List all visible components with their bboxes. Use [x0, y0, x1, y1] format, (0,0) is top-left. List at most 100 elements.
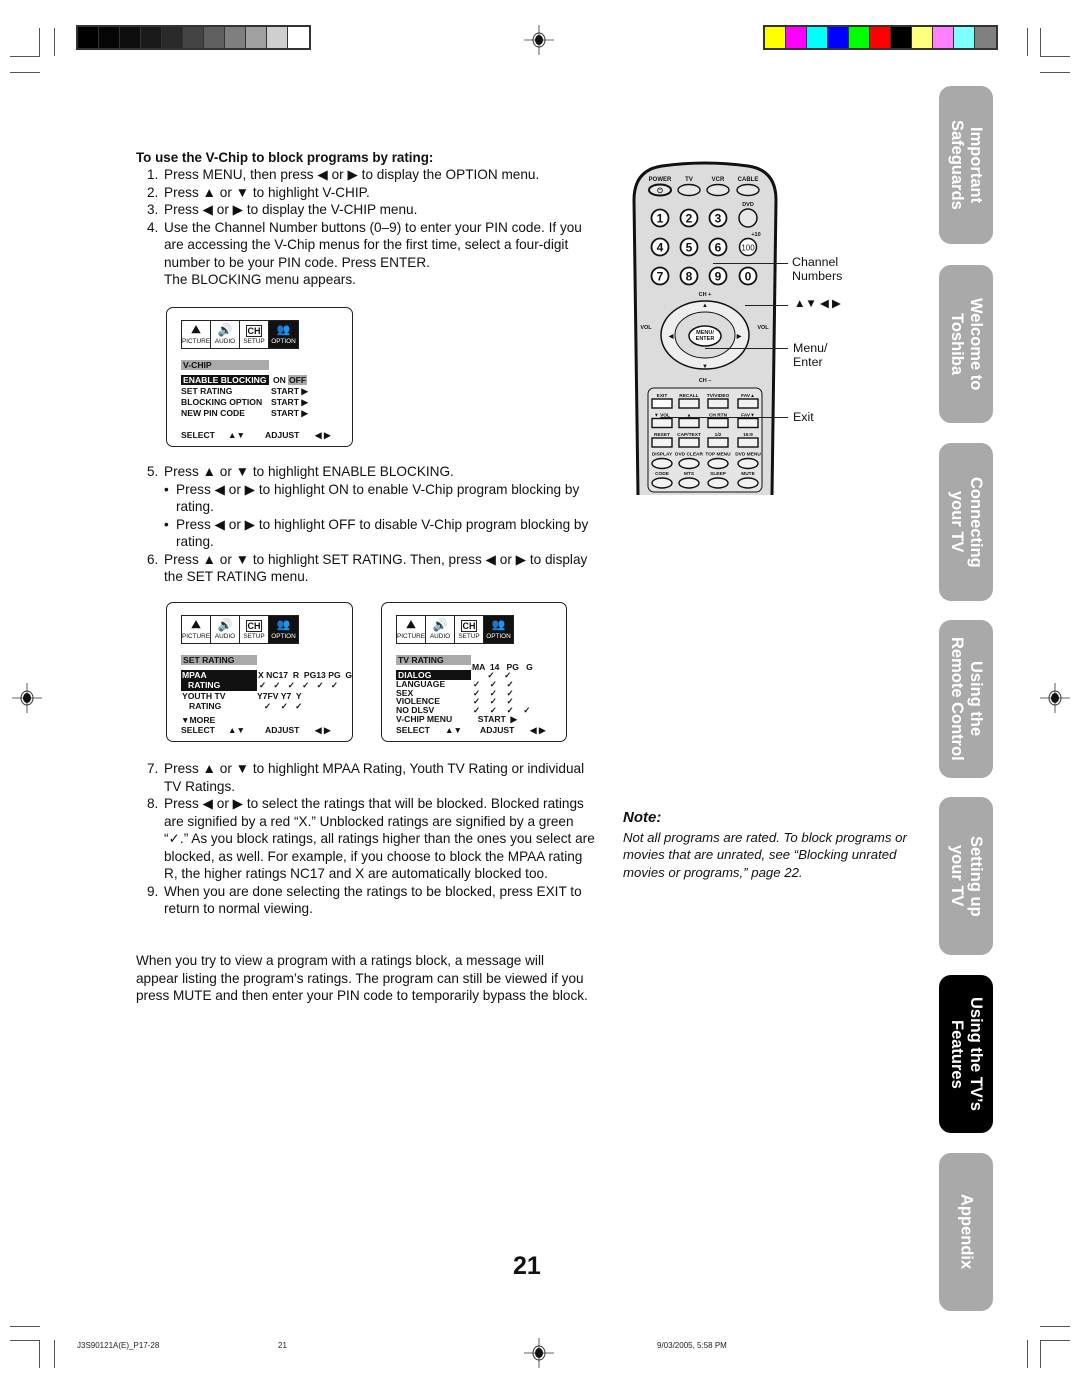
section-tab-5[interactable]: Using the TV’s Features: [939, 975, 993, 1133]
menu-tab-audio[interactable]: 🔊 AUDIO: [211, 616, 240, 643]
menu-tab-picture[interactable]: ⛰ PICTURE: [397, 616, 426, 643]
crop-mark-bl-v: [39, 1340, 40, 1368]
bullet-text: Press ◀ or ▶ to highlight ON to enable V…: [176, 481, 580, 515]
menu-tab-audio[interactable]: 🔊 AUDIO: [211, 321, 240, 348]
remote-key: [651, 457, 673, 470]
option-icon: 👥: [276, 324, 291, 336]
menu-tab-option[interactable]: 👥 OPTION: [269, 321, 298, 348]
menu-tab-label: SETUP: [458, 632, 480, 640]
registration-mark-bottom: [524, 1338, 554, 1368]
remote-key: [651, 417, 673, 429]
enable-blocking-row[interactable]: ENABLE BLOCKING ON OFF: [181, 375, 308, 386]
swatch: [891, 27, 912, 48]
digit-label: 3: [715, 212, 722, 226]
menu-footer: SELECT ▲▼ ADJUST ◀ ▶: [181, 430, 341, 440]
menu-tab-option[interactable]: 👥 OPTION: [484, 616, 513, 643]
menu-tab-picture[interactable]: ⛰ PICTURE: [182, 616, 211, 643]
note-text: Not all programs are rated. To block pro…: [623, 830, 907, 880]
lower-label: 1/2: [715, 432, 722, 438]
crop-mark-br-v2: [1027, 1340, 1028, 1368]
menu-tab-setup[interactable]: CH SETUP: [455, 616, 484, 643]
step-number: 4.: [147, 219, 159, 235]
gray-calibration-strip: [76, 25, 311, 50]
set-rating-row[interactable]: SET RATING START ▶: [181, 386, 308, 396]
swatch: [828, 27, 849, 48]
menu-tabs: ⛰ PICTURE 🔊 AUDIO CH SETUP 👥 OPTION: [181, 320, 299, 349]
crop-mark-tl-h2: [10, 72, 40, 73]
new-pin-code-row[interactable]: NEW PIN CODE START ▶: [181, 408, 308, 418]
callout-line-menu: [705, 348, 788, 349]
step-text: Press ▲ or ▼ to highlight V-CHIP.: [164, 184, 370, 200]
remote-key: [737, 457, 759, 470]
footer-date: 9/03/2005, 5:58 PM: [657, 1341, 727, 1350]
remote-key: [678, 477, 700, 489]
step-number: 1.: [147, 167, 159, 182]
step-6: 6. Press ▲ or ▼ to highlight SET RATING. …: [147, 551, 588, 585]
dvd-button: [738, 208, 758, 228]
setup-icon: CH: [246, 325, 262, 337]
section-tab-3[interactable]: Using the Remote Control: [939, 620, 993, 778]
crop-mark-br-h2: [1040, 1326, 1070, 1327]
step-text: When you are done selecting the ratings …: [164, 883, 582, 917]
lower-label: CODE: [655, 471, 670, 477]
swatch: [954, 27, 975, 48]
section-tab-1[interactable]: Welcome to Toshiba: [939, 265, 993, 423]
registration-mark-left: [12, 683, 42, 713]
menu-tab-audio[interactable]: 🔊 AUDIO: [426, 616, 455, 643]
section-tab-label: Setting up your TV: [948, 835, 985, 917]
callout-line-arrows: [745, 305, 788, 306]
remote-key: [678, 417, 700, 429]
swatch: [807, 27, 828, 48]
section-tab-2[interactable]: Connecting your TV: [939, 443, 993, 601]
set-rating-title: SET RATING: [181, 655, 257, 666]
digit-label: 8: [686, 270, 693, 284]
step-5-bullets: • Press ◀ or ▶ to highlight ON to enable …: [136, 481, 596, 551]
menu-tab-picture[interactable]: ⛰ PICTURE: [182, 321, 211, 348]
remote-key: [651, 437, 673, 448]
menu-footer: SELECT ▲▼ ADJUST ◀ ▶: [181, 724, 331, 735]
lower-label: MTS: [684, 471, 695, 477]
steps-list-1-4: 1. Press MENU, then press ◀ or ▶ to displ…: [136, 166, 586, 289]
leftright-arrows-icon: ◀ ▶: [315, 724, 331, 735]
setup-icon: CH: [246, 620, 262, 632]
digit-label: 6: [715, 241, 722, 255]
on-value: ON: [273, 375, 286, 385]
footer-page: 21: [278, 1341, 287, 1350]
bullet-icon: •: [164, 516, 169, 532]
bullet-item: • Press ◀ or ▶ to highlight ON to enable …: [136, 481, 596, 516]
remote-label-vcr: VCR: [712, 177, 725, 183]
picture-icon: ⛰: [191, 324, 201, 336]
closing-paragraph: When you try to view a program with a ra…: [136, 953, 588, 1003]
menu-tabs: ⛰ PICTURE 🔊 AUDIO CH SETUP 👥 OPTION: [396, 615, 514, 644]
registration-mark-right: [1040, 683, 1070, 713]
remote-key: [737, 398, 759, 409]
step-5: 5. Press ▲ or ▼ to highlight ENABLE BLOCK…: [147, 464, 454, 479]
menu-tab-option[interactable]: 👥 OPTION: [269, 616, 298, 643]
remote-key: [707, 457, 729, 470]
menu-tab-setup[interactable]: CH SETUP: [240, 616, 269, 643]
vchip-title: V-CHIP: [181, 360, 269, 371]
blocking-option-row[interactable]: BLOCKING OPTION START ▶: [181, 397, 308, 407]
section-tab-6[interactable]: Appendix: [939, 1153, 993, 1311]
youth-tv-rating-label[interactable]: YOUTH TV RATING: [182, 691, 225, 712]
section-tab-label: Using the Remote Control: [948, 637, 985, 761]
remote-key: [707, 437, 729, 448]
crop-mark-bl-v2: [54, 1340, 55, 1368]
mpaa-rating-label[interactable]: MPAA RATING: [181, 670, 257, 691]
vol-minus-label: VOL: [640, 325, 652, 331]
section-tab-0[interactable]: Important Safeguards: [939, 86, 993, 244]
section-tab-4[interactable]: Setting up your TV: [939, 797, 993, 955]
tv-rating-title: TV RATING: [396, 655, 471, 666]
bullet-text: Press ◀ or ▶ to highlight OFF to disable…: [176, 516, 589, 550]
source-button: [736, 183, 760, 197]
step-text: Press ◀ or ▶ to select the ratings that …: [164, 796, 595, 881]
remote-key: [678, 398, 700, 409]
tv-rating-row[interactable]: V-CHIP MENU START ▶: [396, 714, 517, 724]
menu-tab-label: SETUP: [243, 337, 265, 345]
step-item: 2. Press ▲ or ▼ to highlight V-CHIP.: [136, 184, 586, 202]
mpaa-rating-checks: ✓ ✓ ✓ ✓ ✓ ✓: [259, 680, 339, 690]
remote-label-power: POWER: [649, 177, 672, 183]
menu-tab-setup[interactable]: CH SETUP: [240, 321, 269, 348]
step-item: 8. Press ◀ or ▶ to select the ratings tha…: [136, 795, 596, 883]
remote-control-illustration: POWER TV VCR CABLE ⏻ DVD 1 2 3 4 5 6 7 8 9 0 +10 100 CH + M…: [632, 161, 778, 495]
